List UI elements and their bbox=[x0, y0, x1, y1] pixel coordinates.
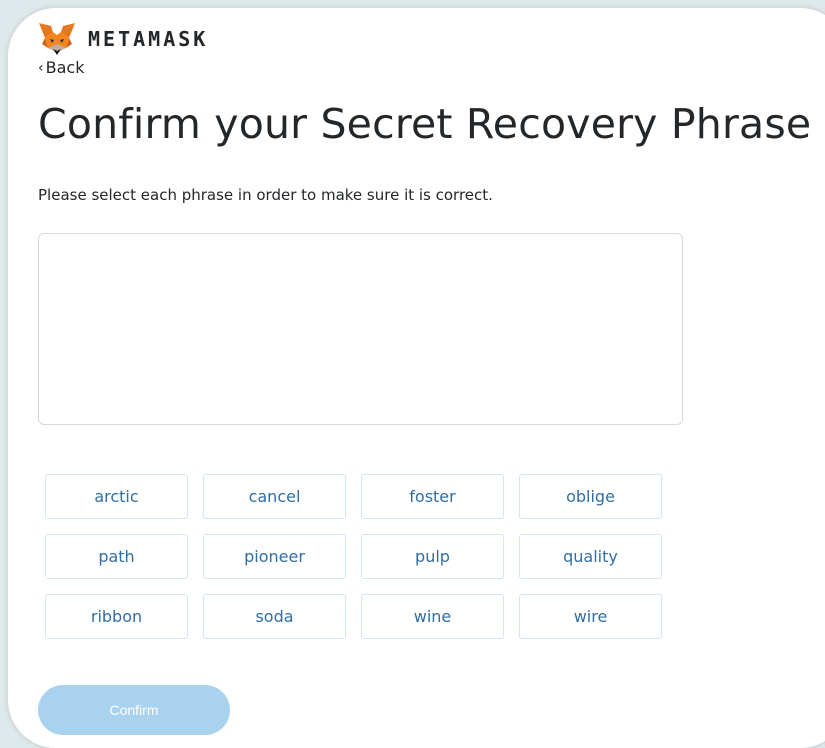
chevron-left-icon: ‹ bbox=[38, 59, 44, 76]
word-chip-oblige[interactable]: oblige bbox=[519, 474, 662, 519]
word-chip-wire[interactable]: wire bbox=[519, 594, 662, 639]
brand-wordmark: METAMASK bbox=[88, 27, 209, 51]
word-chip-pioneer[interactable]: pioneer bbox=[203, 534, 346, 579]
word-chip-wine[interactable]: wine bbox=[361, 594, 504, 639]
word-chip-cancel[interactable]: cancel bbox=[203, 474, 346, 519]
word-chip-pulp[interactable]: pulp bbox=[361, 534, 504, 579]
header: METAMASK bbox=[38, 22, 208, 56]
word-chip-quality[interactable]: quality bbox=[519, 534, 662, 579]
confirm-button[interactable]: Confirm bbox=[38, 685, 230, 735]
back-label: Back bbox=[45, 58, 85, 77]
word-bank: arctic cancel foster oblige path pioneer… bbox=[45, 474, 662, 639]
selected-phrase-area[interactable] bbox=[38, 233, 683, 425]
word-chip-ribbon[interactable]: ribbon bbox=[45, 594, 188, 639]
word-chip-soda[interactable]: soda bbox=[203, 594, 346, 639]
back-link[interactable]: ‹ Back bbox=[38, 58, 84, 77]
word-chip-arctic[interactable]: arctic bbox=[45, 474, 188, 519]
page-subtitle: Please select each phrase in order to ma… bbox=[38, 186, 493, 204]
page-title: Confirm your Secret Recovery Phrase bbox=[38, 100, 812, 148]
word-chip-path[interactable]: path bbox=[45, 534, 188, 579]
metamask-fox-icon bbox=[39, 23, 75, 55]
word-chip-foster[interactable]: foster bbox=[361, 474, 504, 519]
app-window: METAMASK ‹ Back Confirm your Secret Reco… bbox=[8, 8, 825, 748]
